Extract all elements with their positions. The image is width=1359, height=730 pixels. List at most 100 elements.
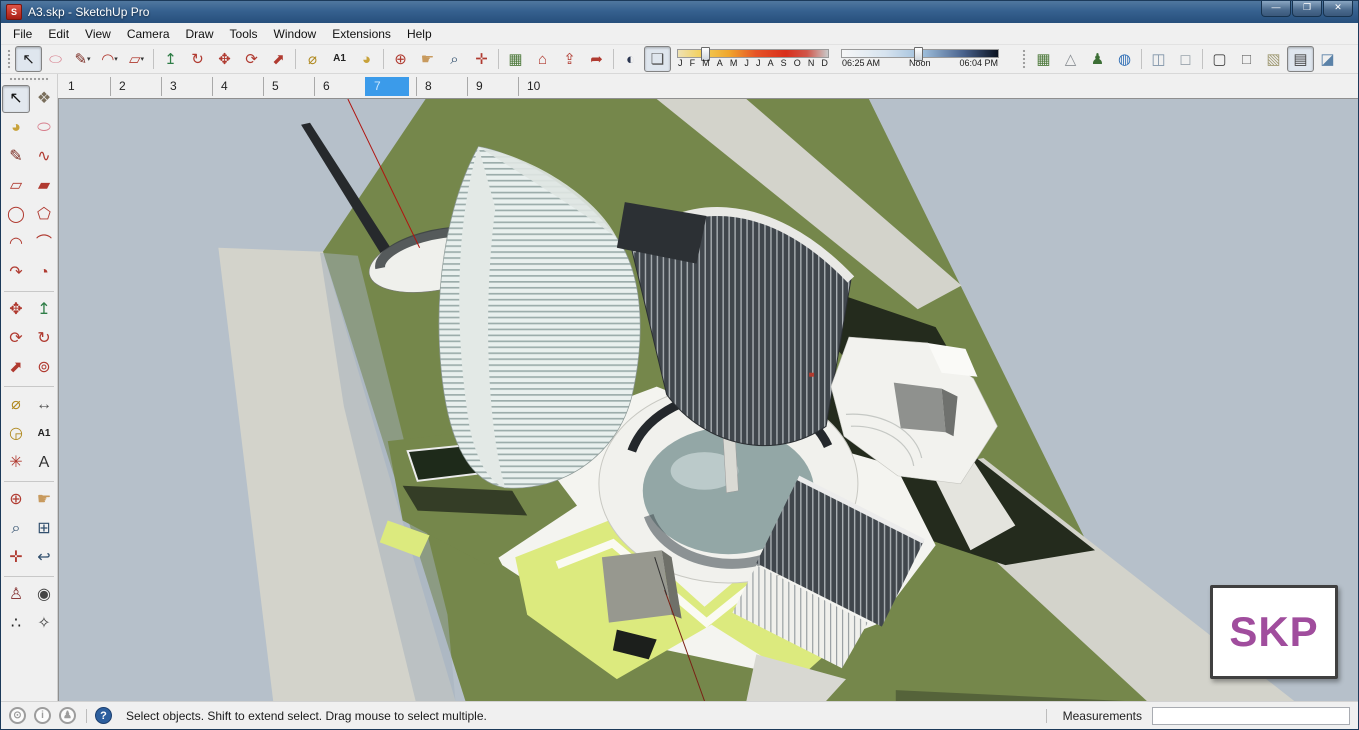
orbit-tool[interactable]: ⊕ — [387, 46, 414, 72]
monochrome-style-button[interactable]: ◪ — [1314, 46, 1341, 72]
toolbar-drag-handle[interactable] — [9, 77, 49, 82]
push-pull-tool[interactable]: ↥ — [30, 296, 58, 324]
shadow-time-slider[interactable]: 06:25 AM Noon 06:04 PM — [841, 47, 999, 71]
make-component-tool[interactable]: ❖ — [30, 85, 58, 113]
scene-tab[interactable]: 6 — [314, 76, 358, 96]
protractor-tool[interactable]: ◶ — [2, 420, 30, 448]
toolbar-separator[interactable] — [613, 49, 614, 69]
wireframe-style-button[interactable]: ▢ — [1206, 46, 1233, 72]
pan-tool[interactable]: ☛ — [414, 46, 441, 72]
shaded-textures-style-button[interactable]: ▤ — [1287, 46, 1314, 72]
eraser-tool[interactable]: ⬭ — [30, 114, 58, 142]
walk-tool[interactable]: ∴ — [2, 610, 30, 638]
menu-item[interactable]: Window — [266, 25, 325, 43]
paint-bucket-tool[interactable]: ◕ — [353, 46, 380, 72]
arc-tool[interactable]: ◠ — [2, 230, 30, 258]
follow-me-tool[interactable]: ↻ — [184, 46, 211, 72]
scene-tab[interactable]: 7 — [365, 76, 409, 96]
title-bar[interactable]: S A3.skp - SketchUp Pro — ❐ ✕ — [1, 1, 1358, 23]
arc-tool[interactable]: ◠ ▾ — [96, 46, 123, 72]
close-button[interactable]: ✕ — [1323, 1, 1353, 17]
text-tool[interactable]: A1 — [30, 420, 58, 448]
help-icon[interactable]: ? — [95, 707, 112, 724]
menu-item[interactable]: Camera — [119, 25, 178, 43]
tape-measure-tool[interactable]: ⌀ — [2, 391, 30, 419]
shaded-style-button[interactable]: ▧ — [1260, 46, 1287, 72]
position-camera-tool[interactable]: ♙ — [2, 581, 30, 609]
toolbar-separator[interactable] — [383, 49, 384, 69]
toolbar-separator[interactable] — [1202, 49, 1203, 69]
menu-item[interactable]: File — [5, 25, 40, 43]
select-tool[interactable]: ↖ — [15, 46, 42, 72]
menu-item[interactable]: Tools — [222, 25, 266, 43]
zoom-tool[interactable]: ⌕ — [441, 46, 468, 72]
zoom-previous-tool[interactable]: ↩ — [30, 544, 58, 572]
toolbar-separator[interactable] — [295, 49, 296, 69]
zoom-extents-tool[interactable]: ✛ — [468, 46, 495, 72]
scene-tab[interactable]: 3 — [161, 76, 205, 96]
measurements-input[interactable] — [1152, 706, 1350, 725]
menu-item[interactable]: Draw — [178, 25, 222, 43]
scene-tab[interactable]: 10 — [518, 76, 562, 96]
scene-tab[interactable]: 9 — [467, 76, 511, 96]
three-point-arc-tool[interactable]: ↷ — [2, 259, 30, 287]
zoom-extents-tool[interactable]: ✛ — [2, 544, 30, 572]
toolbar-separator[interactable] — [498, 49, 499, 69]
follow-me-tool[interactable]: ↻ — [30, 325, 58, 353]
scene-tab[interactable]: 8 — [416, 76, 460, 96]
shadow-month-slider[interactable]: JFMAMJJASOND — [677, 47, 829, 71]
rotated-rectangle-tool[interactable]: ▰ — [30, 172, 58, 200]
line-tool[interactable]: ✎ — [2, 143, 30, 171]
pan-tool[interactable]: ☛ — [30, 486, 58, 514]
tool-group-divider[interactable] — [4, 576, 54, 577]
rotate-tool[interactable]: ⟳ — [2, 325, 30, 353]
tool-group-divider[interactable] — [4, 291, 54, 292]
back-edges-style-button[interactable]: ◻ — [1172, 46, 1199, 72]
pie-tool[interactable]: ◔ — [30, 259, 58, 287]
line-tool[interactable]: ✎ ▾ — [69, 46, 96, 72]
look-around-tool[interactable]: ◉ — [30, 581, 58, 609]
scale-tool[interactable]: ⬈ — [265, 46, 292, 72]
scale-tool[interactable]: ⬈ — [2, 354, 30, 382]
rotate-tool[interactable]: ⟳ — [238, 46, 265, 72]
hidden-line-style-button[interactable]: □ — [1233, 46, 1260, 72]
scene-tab[interactable]: 5 — [263, 76, 307, 96]
toolbar-drag-handle[interactable] — [1022, 49, 1027, 69]
google-earth-button[interactable]: ◍ — [1111, 46, 1138, 72]
freehand-tool[interactable]: ∿ — [30, 143, 58, 171]
zoom-tool[interactable]: ⌕ — [2, 515, 30, 543]
minimize-button[interactable]: — — [1261, 1, 1291, 17]
scene-tab[interactable]: 4 — [212, 76, 256, 96]
share-model-button[interactable]: ⇪ — [556, 46, 583, 72]
add-location-button[interactable]: ▦ — [1030, 46, 1057, 72]
model-viewport[interactable]: SKP — [58, 98, 1358, 701]
orbit-tool[interactable]: ⊕ — [2, 486, 30, 514]
zoom-window-tool[interactable]: ⊞ — [30, 515, 58, 543]
menu-item[interactable]: Help — [399, 25, 440, 43]
push-pull-tool[interactable]: ↥ — [157, 46, 184, 72]
xray-style-button[interactable]: ◫ — [1145, 46, 1172, 72]
menu-item[interactable]: Edit — [40, 25, 77, 43]
tool-group-divider[interactable] — [4, 386, 54, 387]
photo-textures-button[interactable]: ♟ — [1084, 46, 1111, 72]
polygon-tool[interactable]: ⬠ — [30, 201, 58, 229]
3d-text-tool[interactable]: A — [30, 449, 58, 477]
shadow-toggle-button[interactable]: ❏ — [644, 46, 671, 72]
move-tool[interactable]: ✥ — [211, 46, 238, 72]
axes-tool[interactable]: ✳ — [2, 449, 30, 477]
circle-tool[interactable]: ◯ — [2, 201, 30, 229]
paint-bucket-tool[interactable]: ◕ — [2, 114, 30, 142]
user-icon[interactable]: ♟ — [59, 707, 76, 724]
offset-tool[interactable]: ⊚ — [30, 354, 58, 382]
navigation-compass-tool[interactable]: ✧ — [30, 610, 58, 638]
send-to-layout-button[interactable]: ➦ — [583, 46, 610, 72]
shadow-settings-button[interactable]: ◐ — [617, 46, 644, 72]
add-location-button[interactable]: ▦ — [502, 46, 529, 72]
two-point-arc-tool[interactable]: ⌒ — [30, 230, 58, 258]
text-tool[interactable]: A1 — [326, 46, 353, 72]
rectangle-tool[interactable]: ▱ ▾ — [123, 46, 150, 72]
menu-item[interactable]: View — [77, 25, 119, 43]
scene-tab[interactable]: 1 — [60, 77, 103, 96]
maximize-button[interactable]: ❐ — [1292, 1, 1322, 17]
menu-item[interactable]: Extensions — [324, 25, 399, 43]
